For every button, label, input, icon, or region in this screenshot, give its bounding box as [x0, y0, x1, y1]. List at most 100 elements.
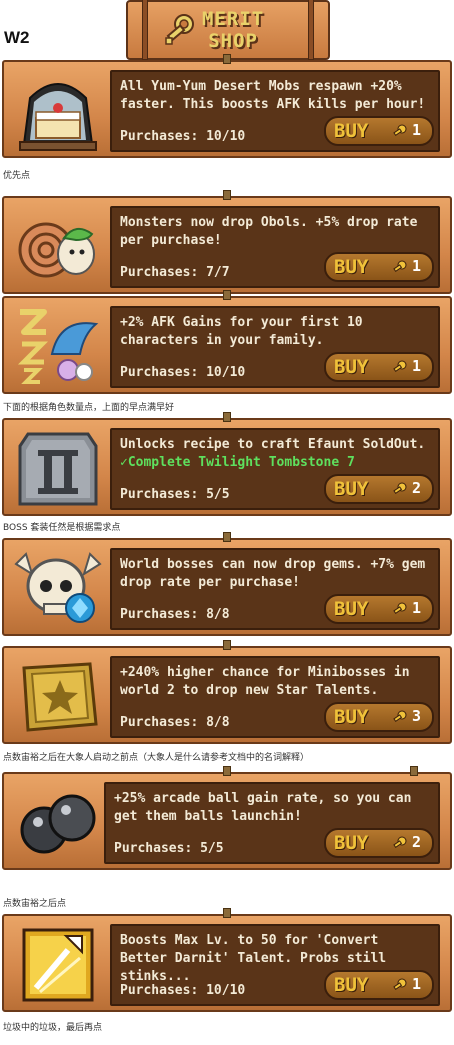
buy-button[interactable]: BUY 1: [324, 594, 434, 624]
shop-item: Boosts Max Lv. to 50 for 'Convert Better…: [2, 908, 452, 1012]
item-panel: +25% arcade ball gain rate, so you can g…: [104, 782, 440, 864]
stone-tablet-icon: [18, 432, 98, 506]
talent-arrow-icon: [22, 928, 94, 1002]
description-text: +240% higher chance for Minibosses in wo…: [120, 665, 410, 698]
item-panel: All Yum-Yum Desert Mobs respawn +20% fas…: [110, 70, 440, 152]
rope-tie: [410, 766, 419, 776]
note: 下面的根据角色数量点，上面的早点满早好: [3, 403, 175, 413]
merit-key-icon: [393, 124, 407, 137]
buy-label: BUY: [334, 974, 369, 996]
note: 点数宙裕之后在大象人启动之前点（大象人是什么请参考文档中的名词解释）: [3, 753, 310, 763]
buy-label: BUY: [334, 356, 369, 378]
buy-label: BUY: [334, 120, 369, 142]
rope-tie: [223, 412, 231, 422]
shop-item: +240% higher chance for Minibosses in wo…: [2, 640, 452, 744]
purchases-count: Purchases: 7/7: [120, 265, 230, 280]
skull-gem-icon: [14, 552, 102, 623]
merit-key-icon: [393, 482, 407, 495]
cost-value: 1: [412, 257, 422, 275]
merit-key-icon: [393, 978, 407, 991]
star-book-icon: [22, 662, 98, 732]
buy-label: BUY: [334, 256, 369, 278]
shop-item: +25% arcade ball gain rate, so you can g…: [2, 766, 452, 870]
buy-button[interactable]: BUY 1: [324, 352, 434, 382]
cake-jar-icon: [19, 83, 97, 151]
rope-tie: [223, 908, 231, 918]
sign-post: [308, 0, 314, 60]
description-text: Monsters now drop Obols. +5% drop rate p…: [120, 215, 418, 248]
buy-label: BUY: [334, 598, 369, 620]
note: 垃圾中的垃圾，最后再点: [3, 1023, 103, 1033]
requirement-text: Complete Twilight Tombstone 7: [127, 455, 355, 470]
item-panel: Unlocks recipe to craft Efaunt SoldOut. …: [110, 428, 440, 510]
buy-label: BUY: [334, 832, 369, 854]
description-text: World bosses can now drop gems. +7% gem …: [120, 557, 426, 590]
buy-label: BUY: [334, 706, 369, 728]
cost-value: 1: [412, 357, 422, 375]
cost-value: 1: [412, 599, 422, 617]
buy-button[interactable]: BUY 1: [324, 970, 434, 1000]
purchases-count: Purchases: 8/8: [120, 715, 230, 730]
item-panel: +240% higher chance for Minibosses in wo…: [110, 656, 440, 738]
note: BOSS 套装任然是根据需求点: [3, 523, 121, 533]
rope-tie: [223, 532, 231, 542]
key-icon: [165, 14, 194, 45]
purchases-count: Purchases: 5/5: [114, 841, 224, 856]
page-label: W2: [4, 28, 30, 47]
item-panel: World bosses can now drop gems. +7% gem …: [110, 548, 440, 630]
arcade-balls-icon: [20, 794, 96, 854]
shop-item: Monsters now drop Obols. +5% drop rate p…: [2, 190, 452, 294]
rope-tie: [223, 54, 231, 64]
purchases-count: Purchases: 10/10: [120, 983, 246, 998]
purchases-count: Purchases: 5/5: [120, 487, 230, 502]
buy-button[interactable]: BUY 1: [324, 116, 434, 146]
item-panel: Monsters now drop Obols. +5% drop rate p…: [110, 206, 440, 288]
item-description: Monsters now drop Obols. +5% drop rate p…: [120, 214, 430, 250]
item-description: +240% higher chance for Minibosses in wo…: [120, 664, 430, 700]
description-text: All Yum-Yum Desert Mobs respawn +20% fas…: [120, 79, 426, 112]
purchases-count: Purchases: 10/10: [120, 365, 246, 380]
merit-shop-sign: MERIT SHOP: [126, 0, 330, 60]
rope-tie: [223, 640, 231, 650]
purchases-count: Purchases: 8/8: [120, 607, 230, 622]
item-panel: Boosts Max Lv. to 50 for 'Convert Better…: [110, 924, 440, 1006]
header: W2 MERIT SHOP: [0, 0, 454, 60]
snail-obol-icon: [18, 222, 95, 278]
merit-key-icon: [393, 360, 407, 373]
item-description: Unlocks recipe to craft Efaunt SoldOut. …: [120, 436, 430, 472]
item-description: +2% AFK Gains for your first 10 characte…: [120, 314, 430, 350]
description-text: +25% arcade ball gain rate, so you can g…: [114, 791, 412, 824]
requirement-line: ✓Complete Twilight Tombstone 7: [120, 454, 430, 472]
item-description: All Yum-Yum Desert Mobs respawn +20% fas…: [120, 78, 430, 114]
buy-label: BUY: [334, 478, 369, 500]
note: 优先点: [3, 171, 31, 181]
rope-tie: [223, 190, 231, 200]
cost-value: 2: [412, 479, 422, 497]
merit-key-icon: [393, 602, 407, 615]
cost-value: 2: [412, 833, 422, 851]
item-panel: +2% AFK Gains for your first 10 characte…: [110, 306, 440, 388]
cost-value: 1: [412, 975, 422, 993]
cost-value: 1: [412, 121, 422, 139]
buy-button[interactable]: BUY 2: [324, 474, 434, 504]
sign-title: MERIT SHOP: [202, 8, 265, 52]
description-text: +2% AFK Gains for your first 10 characte…: [120, 315, 363, 348]
shop-item: +2% AFK Gains for your first 10 characte…: [2, 290, 452, 394]
item-description: +25% arcade ball gain rate, so you can g…: [114, 790, 430, 826]
shop-item: World bosses can now drop gems. +7% gem …: [2, 532, 452, 636]
buy-button[interactable]: BUY 2: [324, 828, 434, 858]
shop-item: Unlocks recipe to craft Efaunt SoldOut. …: [2, 412, 452, 516]
buy-button[interactable]: BUY 3: [324, 702, 434, 732]
rope-tie: [223, 290, 231, 300]
purchases-count: Purchases: 10/10: [120, 129, 246, 144]
cost-value: 3: [412, 707, 422, 725]
sleep-z-icon: [17, 309, 99, 384]
note: 点数宙裕之后点: [3, 899, 67, 909]
merit-key-icon: [393, 260, 407, 273]
merit-key-icon: [393, 710, 407, 723]
rope-tie: [223, 766, 231, 776]
buy-button[interactable]: BUY 1: [324, 252, 434, 282]
sign-post: [142, 0, 148, 60]
item-description: World bosses can now drop gems. +7% gem …: [120, 556, 430, 592]
shop-item: All Yum-Yum Desert Mobs respawn +20% fas…: [2, 54, 452, 158]
